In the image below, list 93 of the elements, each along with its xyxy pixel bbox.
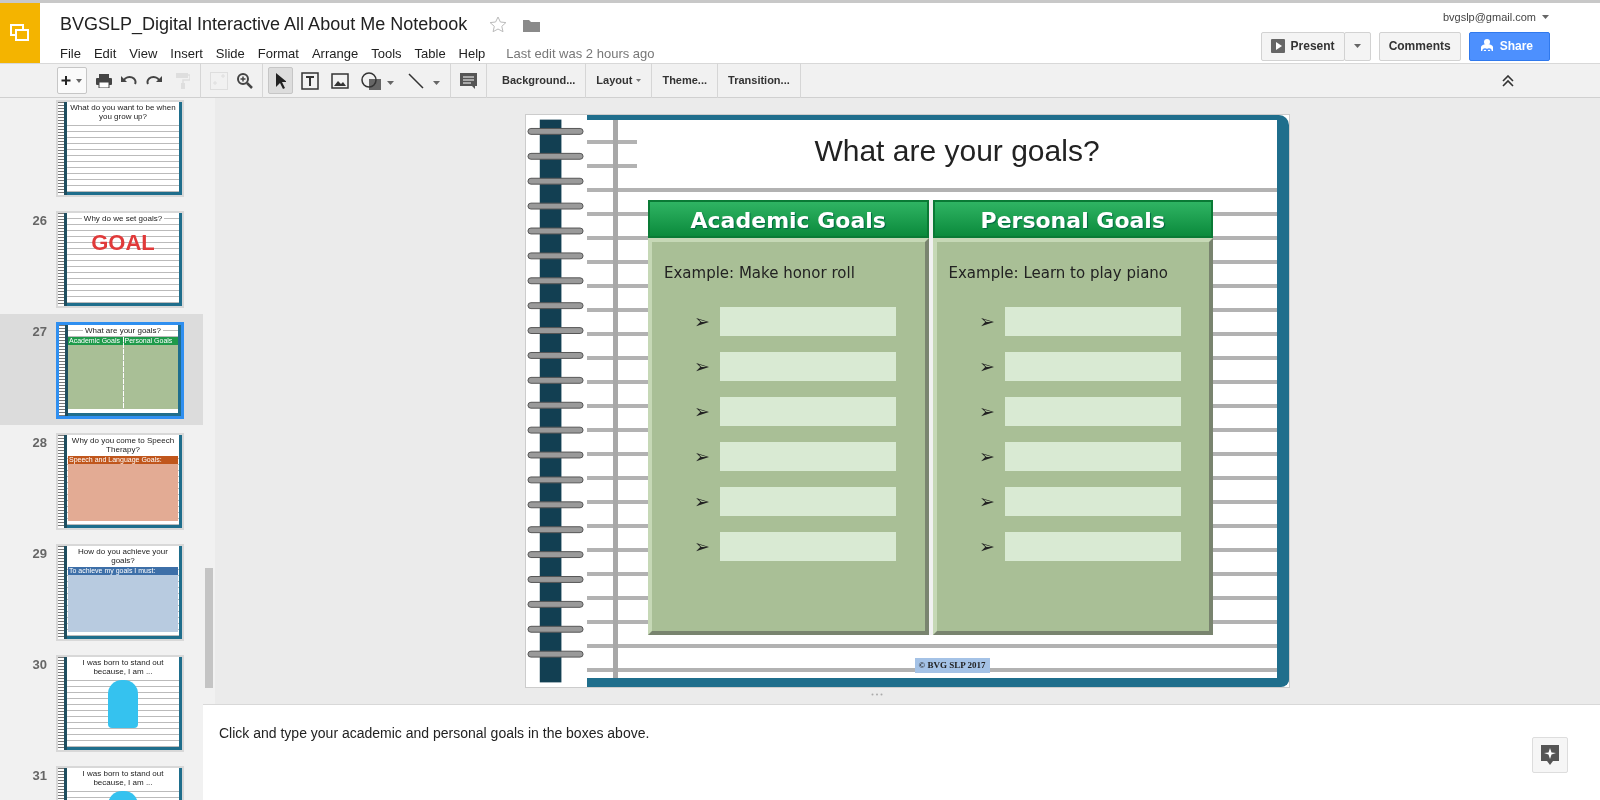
slide-number: 27 [32, 324, 47, 339]
text-box-icon [301, 71, 319, 90]
sparkle-bubble-icon [1541, 745, 1559, 765]
menu-item[interactable]: Tools [371, 44, 410, 64]
folder-icon[interactable] [523, 17, 541, 32]
bullet-arrow: ➢ [694, 401, 711, 421]
caret-icon [636, 79, 642, 82]
comments-button[interactable]: Comments [1378, 31, 1461, 61]
scrollbar-thumb[interactable] [205, 568, 213, 688]
shape-icon [361, 71, 395, 90]
column-heading: Academic Goals [648, 200, 929, 238]
slide-thumbnail[interactable]: I was born to stand out because, I am ... [56, 655, 184, 752]
bullet-arrow: ➢ [694, 536, 711, 556]
menu-item[interactable]: File [60, 44, 89, 64]
column-panel [68, 345, 123, 409]
double-chevron-up-icon [1501, 74, 1514, 87]
menu-item[interactable]: View [129, 44, 166, 64]
bullet-arrow: ➢ [694, 491, 711, 511]
bullet-arrow: ➢ [978, 446, 996, 466]
line-icon [407, 71, 441, 90]
menu-item[interactable]: Edit [93, 44, 125, 64]
undo-icon [120, 74, 137, 87]
bullet-arrow: ➢ [978, 311, 996, 331]
cursor-icon [275, 72, 286, 89]
slide-thumbnail[interactable]: What do you want to be when you grow up? [56, 100, 184, 197]
thumbnail-title: What do you want to be when you grow up? [67, 103, 179, 121]
answer-box[interactable] [720, 396, 896, 426]
menu-item[interactable]: Help [458, 44, 494, 64]
present-button[interactable]: Present [1260, 31, 1345, 61]
person-icon [1479, 38, 1494, 54]
thumbnail-title: Why do we set goals? [81, 214, 165, 223]
menu-item[interactable]: Insert [170, 44, 211, 64]
menu-item[interactable]: Table [414, 44, 454, 64]
column-heading: Personal Goals [932, 200, 1213, 238]
image-icon [331, 72, 349, 89]
bullet-arrow: ➢ [978, 536, 996, 556]
answer-box[interactable] [720, 531, 896, 561]
answer-box[interactable] [720, 306, 896, 336]
answer-box[interactable] [720, 351, 896, 381]
answer-box[interactable] [1004, 531, 1181, 561]
thumbnail-title: What are your goals? [82, 326, 163, 335]
slide-number: 28 [32, 435, 47, 450]
present-dropdown[interactable] [1343, 31, 1371, 61]
slide-number: 26 [32, 213, 47, 228]
answer-box[interactable] [1004, 486, 1181, 516]
bullet-arrow: ➢ [978, 356, 996, 376]
comment-icon [460, 72, 477, 89]
answer-box[interactable] [720, 486, 896, 516]
slides-logo[interactable] [0, 3, 40, 63]
silhouette-drawing [108, 680, 138, 728]
thumbnail-title: I was born to stand out because, I am ... [67, 769, 179, 787]
account-email[interactable]: bvgslp@gmail.com [1442, 9, 1536, 26]
plus-icon [61, 73, 83, 88]
answer-box[interactable] [1004, 351, 1181, 381]
slide-number: 29 [32, 546, 47, 561]
answer-box[interactable] [1004, 441, 1181, 471]
new-slide-button[interactable] [57, 67, 87, 94]
print-icon [95, 73, 112, 88]
menu-item[interactable]: Format [257, 44, 307, 64]
select-tool[interactable] [268, 67, 293, 94]
answer-box[interactable] [1004, 306, 1181, 336]
speaker-notes[interactable]: Click and type your academic and personal goals in the boxes above. [219, 723, 1584, 744]
bullet-arrow: ➢ [978, 401, 996, 421]
redo-icon [145, 74, 162, 87]
bullet-arrow: ➢ [694, 446, 711, 466]
menu-item[interactable]: Arrange [311, 44, 367, 64]
column-panel [123, 345, 178, 409]
bullet-arrow: ➢ [694, 311, 711, 331]
star-icon[interactable] [489, 16, 508, 33]
explore-button[interactable] [1532, 737, 1568, 773]
bullet-arrow: ➢ [694, 356, 711, 376]
copyright-label: © BVG SLP 2017 [914, 657, 990, 673]
slide-thumbnail[interactable]: Why do we set goals? GOAL [56, 211, 184, 308]
slide-thumbnail[interactable]: I was born to stand out because, I am ... [56, 766, 184, 800]
answer-box[interactable] [720, 441, 896, 471]
menu-item[interactable]: Slide [215, 44, 253, 64]
goal-art-text: GOAL [91, 231, 155, 255]
thumbnail-title: I was born to stand out because, I am ... [67, 658, 179, 676]
caret-icon[interactable] [1542, 14, 1550, 20]
thumbnail-title: How do you achieve your goals? [67, 547, 179, 565]
caret-icon [1353, 44, 1361, 48]
answer-box[interactable] [1004, 396, 1181, 426]
document-title[interactable]: BVGSLP_Digital Interactive All About Me Notebook [60, 11, 468, 38]
play-icon [1270, 39, 1285, 53]
last-edit-link[interactable]: Last edit was 2 hours ago [506, 44, 655, 64]
slide-number: 31 [32, 768, 47, 783]
resize-handle-icon[interactable] [871, 693, 883, 696]
thumbnail-title: Why do you come to Speech Therapy? [67, 436, 179, 454]
slide-number: 30 [32, 657, 47, 672]
zoom-icon [236, 72, 253, 89]
example-text: Example: Learn to play piano [948, 263, 1169, 284]
example-text: Example: Make honor roll [664, 263, 856, 284]
bullet-arrow: ➢ [978, 491, 996, 511]
